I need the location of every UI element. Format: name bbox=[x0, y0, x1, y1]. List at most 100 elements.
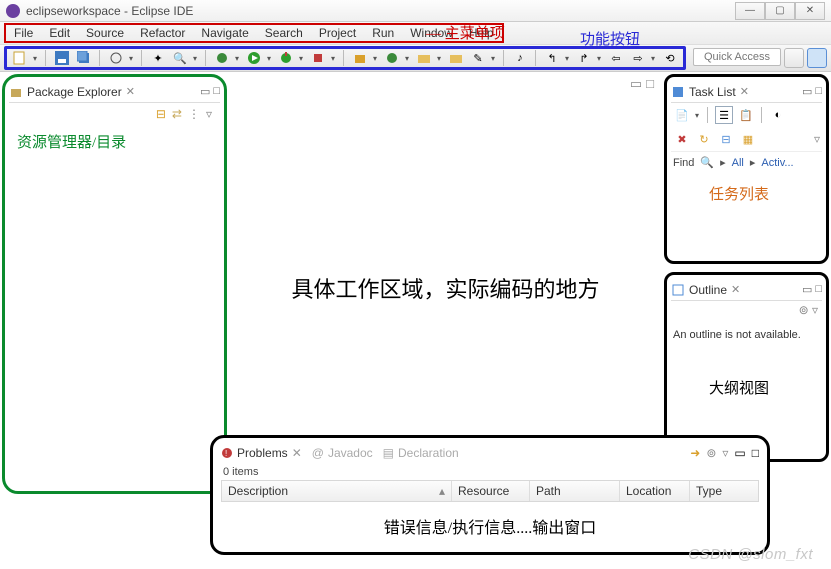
close-icon[interactable]: ✕ bbox=[731, 283, 740, 296]
outline-view: Outline ✕ ▭ □ ⊚ ▿ An outline is not avai… bbox=[664, 272, 829, 462]
focus-workweek-icon[interactable]: ◐ bbox=[769, 106, 787, 124]
minimize-view-icon[interactable]: ▭ bbox=[802, 283, 812, 296]
menu-file[interactable]: File bbox=[6, 24, 41, 42]
chevron-down-icon[interactable]: ▾ bbox=[193, 54, 199, 63]
new-task-icon[interactable]: 📄 bbox=[673, 106, 691, 124]
run-icon[interactable] bbox=[245, 49, 263, 67]
save-all-icon[interactable] bbox=[75, 49, 93, 67]
filter-icon[interactable]: ✎ bbox=[469, 49, 487, 67]
menu-navigate[interactable]: Navigate bbox=[193, 24, 256, 42]
chevron-down-icon[interactable]: ▾ bbox=[235, 54, 241, 63]
menu-project[interactable]: Project bbox=[311, 24, 364, 42]
chevron-down-icon[interactable]: ▾ bbox=[491, 54, 497, 63]
new-icon[interactable] bbox=[11, 49, 29, 67]
view-menu-icon[interactable]: ▿ bbox=[812, 303, 818, 317]
last-edit-icon[interactable]: ⟲ bbox=[661, 49, 679, 67]
chevron-down-icon[interactable]: ▾ bbox=[597, 54, 603, 63]
chevron-down-icon[interactable]: ▾ bbox=[129, 54, 135, 63]
chevron-down-icon[interactable]: ▾ bbox=[299, 54, 305, 63]
chevron-down-icon[interactable]: ▾ bbox=[651, 54, 657, 63]
filters-icon[interactable]: ⊚ bbox=[706, 446, 716, 460]
maximize-view-icon[interactable]: □ bbox=[815, 283, 822, 296]
collapse-all-icon[interactable]: ⊟ bbox=[717, 130, 735, 148]
annotation-pkg-explorer: 资源管理器/目录 bbox=[17, 131, 228, 152]
menu-search[interactable]: Search bbox=[257, 24, 311, 42]
menu-bar: File Edit Source Refactor Navigate Searc… bbox=[0, 22, 831, 44]
java-perspective-button[interactable] bbox=[807, 48, 827, 68]
javadoc-icon: @ bbox=[312, 446, 324, 460]
col-path[interactable]: Path bbox=[530, 481, 620, 501]
forward-icon[interactable]: ⇨ bbox=[629, 49, 647, 67]
close-icon[interactable]: ✕ bbox=[126, 85, 135, 98]
search-icon[interactable]: 🔍 bbox=[171, 49, 189, 67]
chevron-down-icon[interactable]: ▾ bbox=[331, 54, 337, 63]
close-icon[interactable]: ✕ bbox=[292, 446, 302, 460]
collapse-all-icon[interactable]: ⊟ bbox=[156, 107, 166, 121]
categorized-icon[interactable]: ☰ bbox=[715, 106, 733, 124]
new-class-icon[interactable] bbox=[383, 49, 401, 67]
close-button[interactable]: ✕ bbox=[795, 2, 825, 20]
quick-access[interactable]: Quick Access bbox=[693, 48, 781, 66]
view-menu-icon[interactable]: ▿ bbox=[814, 132, 820, 146]
annotation-task-list: 任务列表 bbox=[709, 183, 831, 204]
maximize-editor-icon[interactable]: □ bbox=[646, 76, 654, 92]
minimize-editor-icon[interactable]: ▭ bbox=[630, 76, 642, 92]
toggle-mark-icon[interactable]: ♪ bbox=[511, 49, 529, 67]
problems-columns: Description▴ Resource Path Location Type bbox=[221, 480, 759, 502]
new-folder-icon[interactable] bbox=[415, 49, 433, 67]
focus-outline-icon[interactable]: ⊚ bbox=[799, 303, 809, 317]
menu-refactor[interactable]: Refactor bbox=[132, 24, 193, 42]
back-icon[interactable]: ⇦ bbox=[607, 49, 625, 67]
maximize-button[interactable]: ▢ bbox=[765, 2, 795, 20]
filter-all[interactable]: All bbox=[732, 157, 744, 169]
minimize-view-icon[interactable]: ▭ bbox=[734, 446, 745, 460]
coverage-icon[interactable] bbox=[277, 49, 295, 67]
hide-completed-icon[interactable]: ✖ bbox=[673, 130, 691, 148]
close-icon[interactable]: ✕ bbox=[740, 85, 749, 98]
chevron-down-icon[interactable]: ▾ bbox=[267, 54, 273, 63]
maximize-view-icon[interactable]: □ bbox=[815, 85, 822, 98]
ext-tools-icon[interactable] bbox=[309, 49, 327, 67]
scheduled-icon[interactable]: 📋 bbox=[737, 106, 755, 124]
outline-title: Outline bbox=[689, 283, 727, 297]
focus-task-icon[interactable]: ⋮ bbox=[188, 107, 200, 121]
chevron-down-icon[interactable]: ▾ bbox=[33, 54, 39, 63]
tab-declaration[interactable]: ▤ Declaration bbox=[383, 446, 459, 460]
view-menu-icon[interactable]: ▿ bbox=[722, 446, 728, 460]
minimize-view-icon[interactable]: ▭ bbox=[802, 85, 812, 98]
wand-icon[interactable]: ✦ bbox=[149, 49, 167, 67]
debug-icon[interactable] bbox=[213, 49, 231, 67]
maximize-view-icon[interactable]: □ bbox=[752, 446, 759, 460]
open-type-icon[interactable] bbox=[107, 49, 125, 67]
new-package-icon[interactable] bbox=[351, 49, 369, 67]
minimize-button[interactable]: — bbox=[735, 2, 765, 20]
chevron-down-icon[interactable]: ▾ bbox=[373, 54, 379, 63]
menu-run[interactable]: Run bbox=[364, 24, 402, 42]
tab-javadoc[interactable]: @ Javadoc bbox=[312, 446, 373, 460]
col-location[interactable]: Location bbox=[620, 481, 690, 501]
annotation-problems: 错误信息/执行信息....输出窗口 bbox=[221, 502, 759, 538]
open-perspective-button[interactable] bbox=[784, 48, 804, 68]
items-count: 0 items bbox=[221, 464, 759, 480]
chevron-down-icon[interactable]: ▾ bbox=[405, 54, 411, 63]
link-editor-icon[interactable]: ⇄ bbox=[172, 107, 182, 121]
synchronize-icon[interactable]: ↻ bbox=[695, 130, 713, 148]
tab-problems[interactable]: ! Problems ✕ bbox=[221, 446, 302, 460]
maximize-view-icon[interactable]: □ bbox=[213, 85, 220, 98]
task-repo-icon[interactable]: ▦ bbox=[739, 130, 757, 148]
save-icon[interactable] bbox=[53, 49, 71, 67]
col-resource[interactable]: Resource bbox=[452, 481, 530, 501]
filter-activate[interactable]: Activ... bbox=[761, 157, 793, 169]
search-icon[interactable]: 🔍 bbox=[700, 156, 714, 169]
focus-problems-icon[interactable]: ➜ bbox=[690, 446, 700, 460]
chevron-down-icon[interactable]: ▾ bbox=[437, 54, 443, 63]
svg-text:!: ! bbox=[225, 449, 227, 458]
open-task-icon[interactable] bbox=[447, 49, 465, 67]
menu-source[interactable]: Source bbox=[78, 24, 132, 42]
minimize-view-icon[interactable]: ▭ bbox=[200, 85, 210, 98]
col-type[interactable]: Type bbox=[690, 481, 750, 501]
prev-annotation-icon[interactable]: ↰ bbox=[543, 49, 561, 67]
col-description[interactable]: Description▴ bbox=[222, 481, 452, 501]
menu-edit[interactable]: Edit bbox=[41, 24, 78, 42]
view-menu-icon[interactable]: ▿ bbox=[206, 107, 212, 121]
